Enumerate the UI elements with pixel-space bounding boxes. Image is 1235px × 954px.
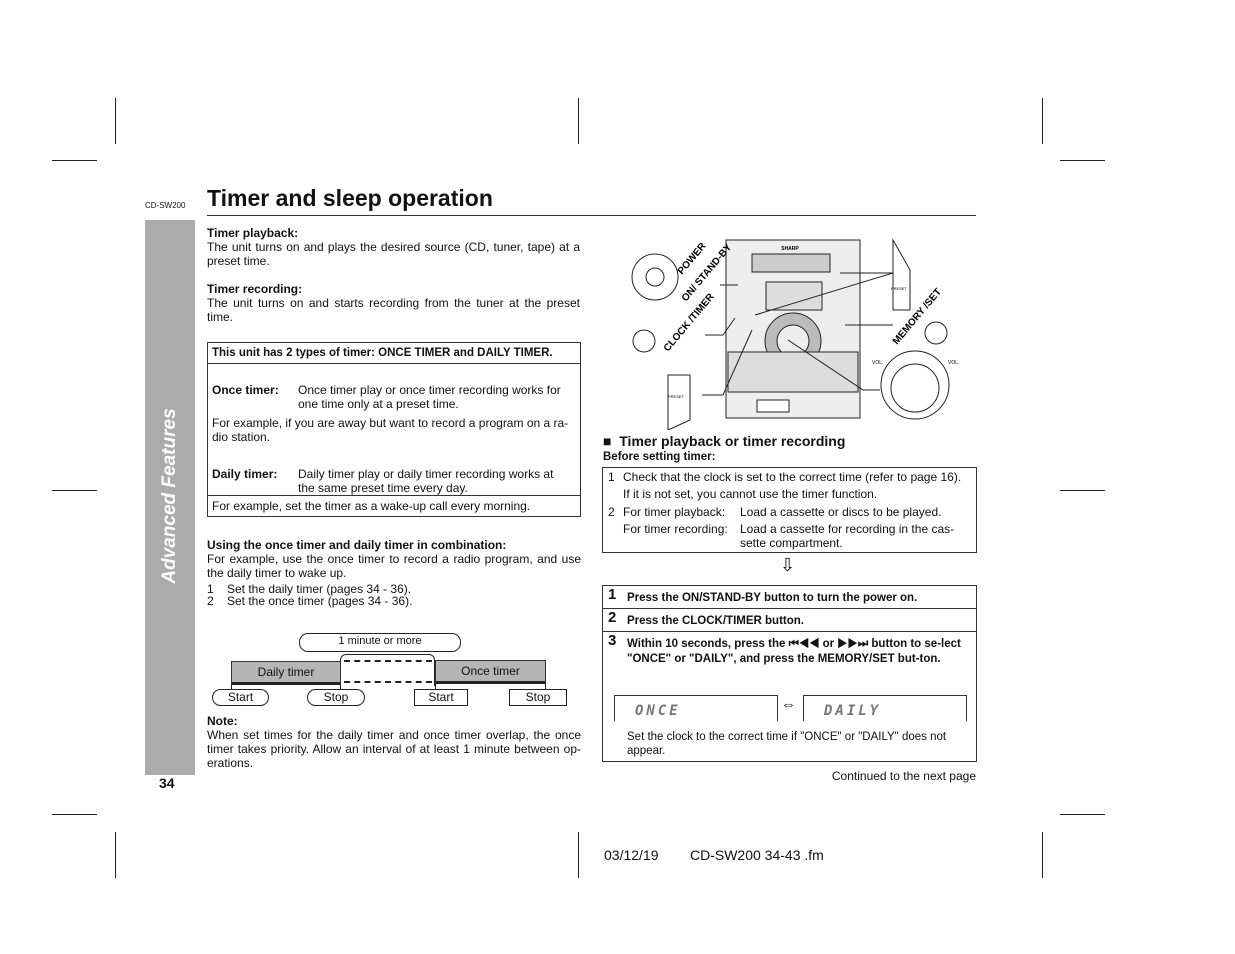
box-title: This unit has 2 types of timer: ONCE TIM… bbox=[212, 347, 553, 359]
once-start: Start bbox=[414, 689, 468, 706]
recording-heading: Timer recording: bbox=[207, 282, 303, 296]
daily-example: For example, set the timer as a wake-up … bbox=[212, 499, 531, 513]
combo-heading: Using the once timer and daily timer in … bbox=[207, 538, 507, 552]
power-button-icon bbox=[631, 253, 679, 301]
toggle-arrow-icon: ⇔ bbox=[781, 696, 796, 713]
display-daily: DAILY bbox=[803, 695, 967, 721]
title-rule bbox=[207, 215, 976, 216]
page-number: 34 bbox=[159, 775, 175, 791]
step-2: 2 Press the CLOCK/TIMER button. bbox=[602, 608, 977, 632]
once-timer-bar: Once timer bbox=[435, 660, 546, 684]
daily-stop: Stop bbox=[307, 689, 365, 706]
step-1: 1 Press the ON/STAND-BY button to turn th… bbox=[602, 585, 977, 609]
crop-mark bbox=[1060, 160, 1105, 161]
crop-mark bbox=[115, 832, 116, 878]
daily-text: Daily timer play or daily timer recordin… bbox=[298, 467, 554, 495]
gap-label: 1 minute or more bbox=[299, 633, 461, 652]
once-text: Once timer play or once timer recording … bbox=[298, 383, 561, 411]
crop-mark bbox=[1042, 832, 1043, 878]
svg-text:PRESET: PRESET bbox=[668, 394, 685, 399]
note-heading: Note: bbox=[207, 714, 238, 728]
bullet-square-icon: ■ bbox=[603, 433, 612, 449]
section-label: Advanced Features bbox=[159, 408, 180, 584]
clock-timer-button-icon bbox=[632, 329, 656, 353]
page-title: Timer and sleep operation bbox=[207, 185, 493, 211]
display-once: ONCE bbox=[614, 695, 778, 721]
crop-mark bbox=[52, 490, 97, 491]
crop-mark bbox=[578, 832, 579, 878]
crop-mark bbox=[115, 98, 116, 144]
note-text: When set times for the daily timer and o… bbox=[207, 728, 581, 770]
crop-mark bbox=[1042, 98, 1043, 144]
once-stop: Stop bbox=[509, 689, 567, 706]
section-tab: Advanced Features bbox=[145, 220, 195, 775]
model-label: CD-SW200 bbox=[145, 201, 186, 210]
manual-page: CD-SW200 Timer and sleep operation Advan… bbox=[0, 0, 1235, 954]
down-arrow-icon: ⇩ bbox=[780, 555, 796, 575]
svg-text:SHARP: SHARP bbox=[781, 246, 799, 252]
playback-heading: Timer playback: bbox=[207, 226, 299, 240]
timer-types-box: This unit has 2 types of timer: ONCE TIM… bbox=[207, 342, 581, 517]
display-window bbox=[765, 281, 823, 311]
daily-start: Start bbox=[212, 689, 269, 706]
overlap-dash bbox=[344, 681, 432, 683]
crop-mark bbox=[52, 814, 97, 815]
svg-text:PRESET: PRESET bbox=[891, 286, 908, 291]
crop-mark bbox=[1060, 814, 1105, 815]
once-label: Once timer: bbox=[212, 383, 279, 397]
stereo-unit-illustration: SHARP VOL. VOL. PRESET PRESET POWER ON/ … bbox=[631, 238, 959, 430]
combo-step: 2 Set the once timer (pages 34 - 36). bbox=[207, 594, 413, 608]
daily-timer-bar: Daily timer bbox=[231, 661, 341, 685]
preset-down-button-icon bbox=[667, 374, 691, 430]
overlap-dash bbox=[344, 660, 432, 662]
crop-mark bbox=[1060, 490, 1105, 491]
svg-text:VOL.: VOL. bbox=[948, 360, 959, 366]
display-note: Set the clock to the correct time if "ON… bbox=[627, 731, 947, 757]
once-example: For example, if you are away but want to… bbox=[212, 416, 569, 444]
continued-note: Continued to the next page bbox=[831, 769, 976, 783]
recording-text: The unit turns on and starts recording f… bbox=[207, 296, 580, 324]
footer-date: 03/12/19 bbox=[604, 847, 659, 863]
crop-mark bbox=[578, 98, 579, 144]
step-3: 3 Within 10 seconds, press the ⏮◀◀ or ▶▶… bbox=[602, 631, 977, 762]
footer-file: CD-SW200 34-43 .fm bbox=[690, 847, 824, 863]
combo-text: For example, use the once timer to recor… bbox=[207, 552, 581, 580]
preset-up-button-icon bbox=[892, 238, 911, 311]
crop-mark bbox=[52, 160, 97, 161]
memory-set-button-icon bbox=[924, 321, 948, 345]
daily-label: Daily timer: bbox=[212, 467, 278, 481]
playback-text: The unit turns on and plays the desired … bbox=[207, 240, 580, 268]
before-heading: Before setting timer: bbox=[603, 451, 716, 463]
before-box: 1 Check that the clock is set to the cor… bbox=[602, 467, 977, 553]
section-title: ■ Timer playback or timer recording bbox=[603, 433, 846, 449]
svg-text:VOL.: VOL. bbox=[872, 360, 883, 366]
